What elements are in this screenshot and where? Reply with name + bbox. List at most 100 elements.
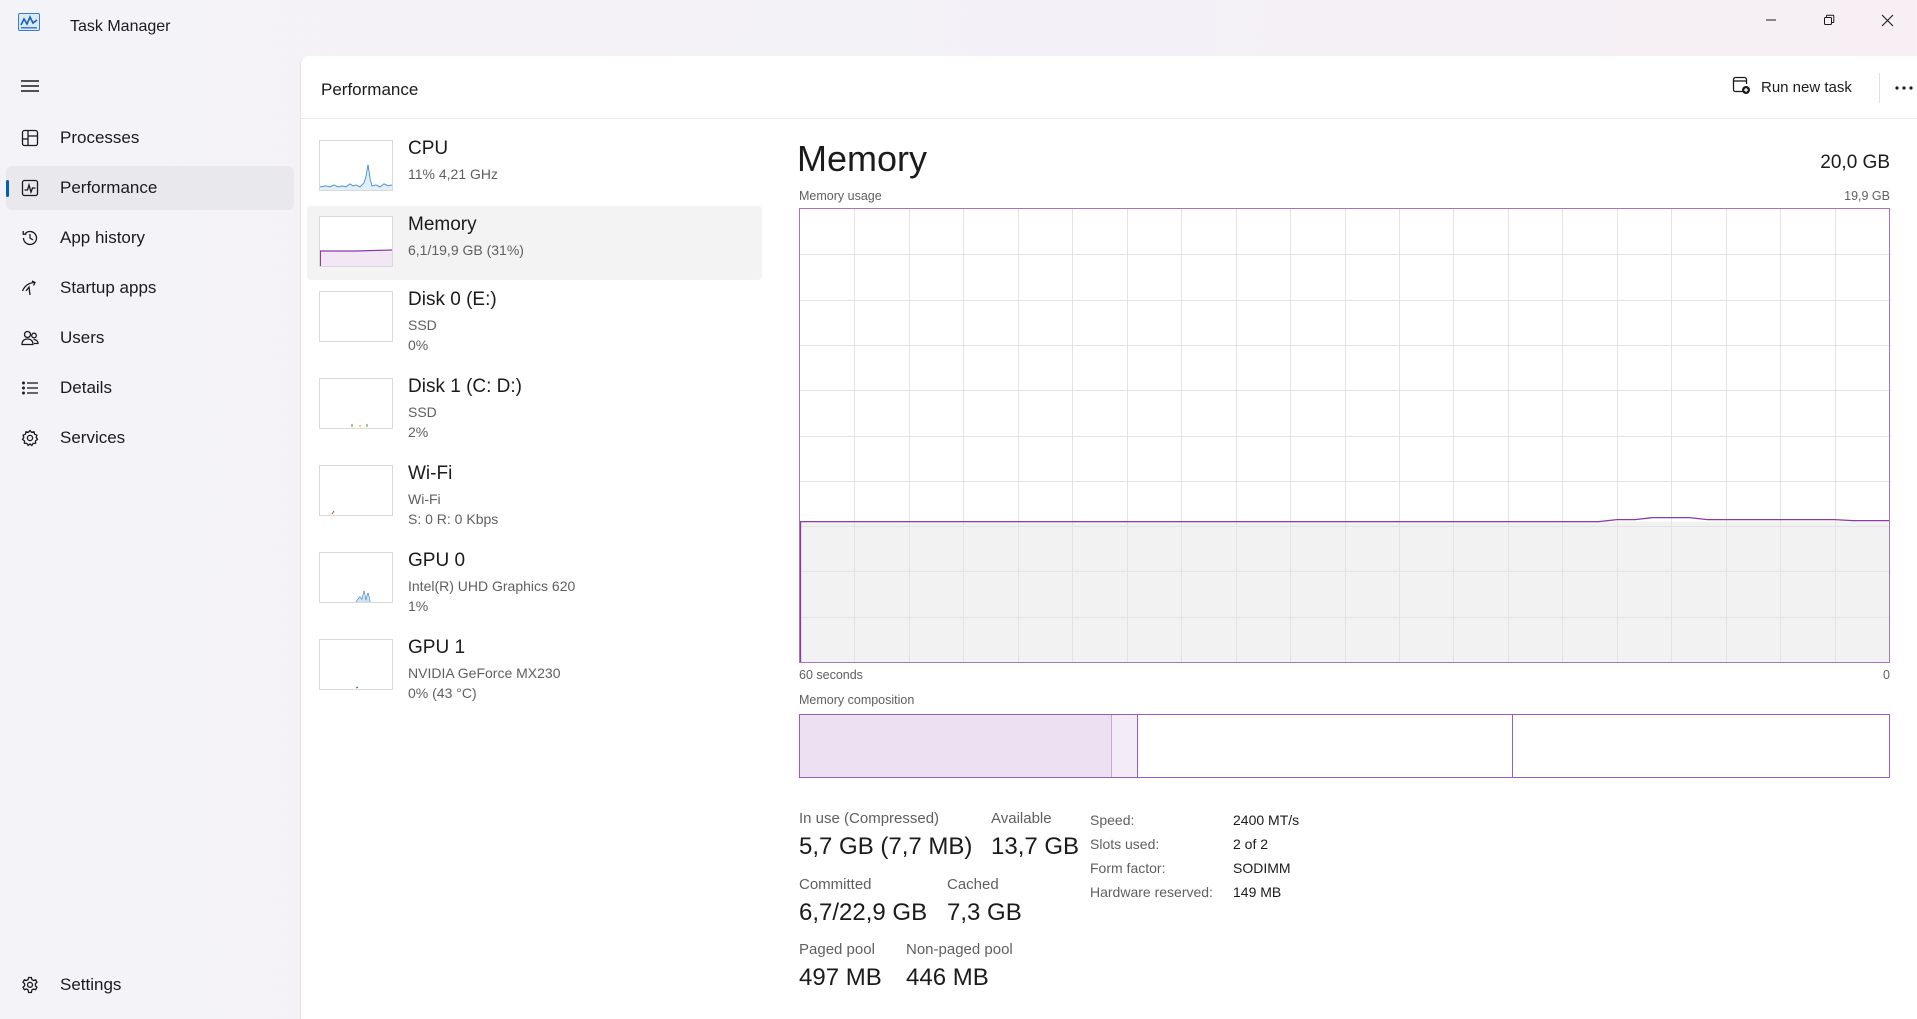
header-divider [1879, 73, 1880, 103]
non-paged-pool-value: 446 MB [906, 964, 989, 991]
detail-title: Memory [797, 138, 928, 179]
sidebar-item-label: Details [60, 378, 112, 397]
startup-icon [20, 278, 40, 298]
sidebar-item-performance[interactable]: Performance [6, 166, 294, 210]
slots-used-value: 2 of 2 [1233, 836, 1269, 852]
resource-detail: 1% [408, 598, 429, 614]
sidebar-item-label: Settings [60, 975, 122, 994]
available-value: 13,7 GB [991, 833, 1080, 860]
hamburger-button[interactable] [18, 76, 42, 96]
non-paged-pool-label: Non-paged pool [906, 941, 1013, 958]
run-new-task-label: Run new task [1761, 78, 1852, 96]
resource-item-disk1[interactable]: Disk 1 (C: D:) SSD 2% [307, 368, 762, 442]
memory-usage-graph [799, 208, 1890, 663]
composition-modified[interactable] [1112, 715, 1138, 777]
resource-detail: Intel(R) UHD Graphics 620 [408, 578, 576, 594]
sidebar-item-processes[interactable]: Processes [6, 116, 294, 160]
sidebar-item-label: Performance [60, 178, 158, 197]
gear-icon [20, 975, 40, 995]
in-use-label: In use (Compressed) [799, 810, 940, 827]
close-icon [1881, 14, 1894, 27]
resource-name: GPU 0 [408, 550, 466, 571]
minimize-icon [1765, 14, 1777, 26]
committed-value: 6,7/22,9 GB [799, 899, 928, 926]
run-task-icon [1731, 75, 1751, 100]
sidebar-item-label: Users [60, 328, 105, 347]
composition-in-use[interactable] [800, 715, 1112, 777]
resource-name: Disk 0 (E:) [408, 289, 497, 310]
more-options-button[interactable] [1887, 70, 1917, 104]
title-bar: Task Manager [0, 0, 1917, 56]
resource-item-gpu0[interactable]: GPU 0 Intel(R) UHD Graphics 620 1% [307, 542, 762, 616]
resource-item-cpu[interactable]: CPU 11% 4,21 GHz [307, 130, 762, 204]
composition-standby[interactable] [1138, 715, 1513, 777]
app-title: Task Manager [70, 18, 171, 35]
restore-icon [1823, 14, 1835, 26]
resource-detail: 0% (43 °C) [408, 685, 477, 701]
users-icon [20, 328, 40, 348]
memory-composition-bar [799, 714, 1890, 778]
more-icon [1894, 78, 1914, 96]
resource-detail: S: 0 R: 0 Kbps [408, 511, 499, 527]
form-factor-label: Form factor: [1090, 860, 1166, 876]
sidebar-item-settings[interactable]: Settings [6, 963, 294, 1007]
cached-value: 7,3 GB [947, 899, 1022, 926]
resource-item-disk0[interactable]: Disk 0 (E:) SSD 0% [307, 281, 762, 355]
speed-value: 2400 MT/s [1233, 812, 1300, 828]
resource-item-wifi[interactable]: Wi-Fi Wi-Fi S: 0 R: 0 Kbps [307, 455, 762, 529]
sidebar-item-users[interactable]: Users [6, 316, 294, 360]
hamburger-icon [18, 80, 42, 100]
minimize-button[interactable] [1742, 0, 1800, 40]
memory-usage-max: 19,9 GB [1844, 189, 1890, 203]
speed-label: Speed: [1090, 812, 1135, 828]
services-icon [20, 428, 40, 448]
sidebar: Processes Performance App history Startu… [0, 56, 300, 1019]
details-icon [20, 378, 40, 398]
hardware-reserved-value: 149 MB [1233, 884, 1282, 900]
resource-item-memory[interactable]: Memory 6,1/19,9 GB (31%) [307, 206, 762, 280]
page-title: Performance [321, 80, 419, 99]
memory-composition-label: Memory composition [799, 693, 915, 707]
resource-name: GPU 1 [408, 637, 466, 658]
sidebar-item-details[interactable]: Details [6, 366, 294, 410]
memory-total: 20,0 GB [1820, 152, 1890, 173]
hardware-reserved-label: Hardware reserved: [1090, 884, 1213, 900]
resource-detail: SSD [408, 317, 437, 333]
restore-button[interactable] [1800, 0, 1858, 40]
processes-icon [20, 128, 40, 148]
memory-thumbnail-graph [319, 216, 393, 267]
available-label: Available [991, 810, 1052, 827]
performance-icon [20, 178, 40, 198]
close-button[interactable] [1858, 0, 1916, 40]
run-new-task-button[interactable]: Run new task [1721, 70, 1862, 104]
form-factor-value: SODIMM [1233, 860, 1291, 876]
sidebar-item-startup-apps[interactable]: Startup apps [6, 266, 294, 310]
main-panel: Performance Run new task CPU 11% 4,21 GH… [300, 56, 1917, 1019]
memory-usage-plot [800, 209, 1889, 662]
resource-detail: 11% 4,21 GHz [408, 166, 499, 182]
composition-free[interactable] [1513, 715, 1889, 777]
cached-label: Cached [947, 876, 999, 893]
sidebar-item-label: App history [60, 228, 146, 247]
slots-used-label: Slots used: [1090, 836, 1160, 852]
resource-detail: Wi-Fi [408, 491, 441, 507]
cpu-thumbnail-graph [319, 140, 393, 191]
sidebar-item-label: Startup apps [60, 278, 157, 297]
resource-name: Disk 1 (C: D:) [408, 376, 522, 397]
resource-name: Memory [408, 214, 477, 235]
resource-name: CPU [408, 138, 449, 159]
page-header: Performance Run new task [301, 56, 1917, 119]
resource-detail: SSD [408, 404, 437, 420]
sidebar-item-services[interactable]: Services [6, 416, 294, 460]
history-icon [20, 228, 40, 248]
disk0-thumbnail-graph [319, 291, 393, 342]
graph-time-right: 0 [1883, 668, 1890, 682]
sidebar-item-app-history[interactable]: App history [6, 216, 294, 260]
memory-usage-label: Memory usage [799, 189, 882, 203]
resource-detail: 2% [408, 424, 429, 440]
resource-item-gpu1[interactable]: GPU 1 NVIDIA GeForce MX230 0% (43 °C) [307, 629, 762, 703]
paged-pool-label: Paged pool [799, 941, 875, 958]
in-use-value: 5,7 GB (7,7 MB) [799, 833, 973, 860]
paged-pool-value: 497 MB [799, 964, 882, 991]
task-manager-icon [18, 13, 40, 31]
